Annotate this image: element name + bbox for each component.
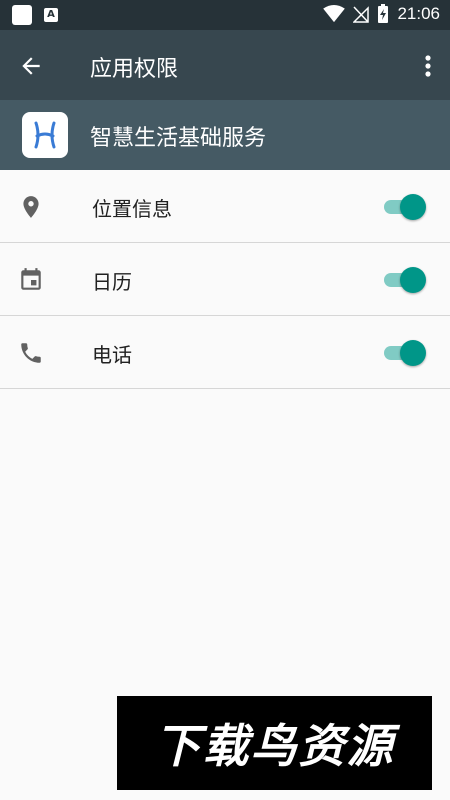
toggle-thumb bbox=[400, 194, 426, 220]
app-bar: 应用权限 bbox=[0, 30, 450, 100]
font-a-icon: A bbox=[44, 8, 58, 22]
toggle-thumb bbox=[400, 267, 426, 293]
app-info-header: 智慧生活基础服务 bbox=[0, 100, 450, 170]
back-button[interactable] bbox=[18, 53, 44, 79]
calendar-icon bbox=[21, 268, 41, 290]
page-title: 应用权限 bbox=[90, 57, 179, 82]
phone-icon bbox=[21, 343, 41, 363]
permission-row-calendar[interactable]: 日历 bbox=[0, 243, 450, 316]
permission-row-phone[interactable]: 电话 bbox=[0, 316, 450, 389]
calendar-toggle[interactable] bbox=[384, 266, 428, 294]
app-logo-icon bbox=[22, 112, 68, 158]
wifi-icon bbox=[323, 5, 346, 23]
phone-toggle[interactable] bbox=[384, 339, 428, 367]
permission-label: 日历 bbox=[92, 270, 132, 294]
system-icons: 21:06 bbox=[323, 4, 440, 24]
notification-icons: A bbox=[12, 5, 58, 25]
permission-label: 电话 bbox=[92, 343, 132, 367]
app-name: 智慧生活基础服务 bbox=[90, 126, 267, 151]
watermark-logo: 下载鸟资源 bbox=[117, 696, 432, 790]
battery-charging-icon bbox=[378, 4, 389, 23]
toggle-thumb bbox=[400, 340, 426, 366]
location-pin-icon bbox=[23, 196, 39, 218]
status-bar: A 21:06 bbox=[0, 0, 450, 30]
location-toggle[interactable] bbox=[384, 193, 428, 221]
permission-list: 位置信息 日历 电话 bbox=[0, 170, 450, 389]
square-icon bbox=[12, 5, 32, 25]
permission-row-location[interactable]: 位置信息 bbox=[0, 170, 450, 243]
permission-label: 位置信息 bbox=[92, 197, 172, 221]
clock-time: 21:06 bbox=[397, 4, 440, 23]
signal-off-icon bbox=[353, 6, 370, 23]
more-options-button[interactable] bbox=[420, 52, 436, 80]
